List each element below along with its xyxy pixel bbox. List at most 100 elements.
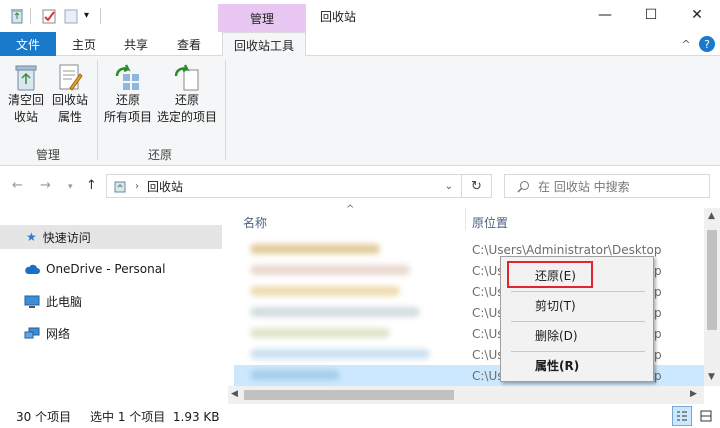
truncated-location-fragment: p: [654, 327, 662, 341]
ribbon-group-divider: [97, 60, 98, 160]
recycle-bin-icon: [10, 8, 24, 24]
group-restore-label: 还原: [148, 148, 173, 162]
large-icons-view-button[interactable]: [696, 406, 716, 426]
menu-item-cut[interactable]: 剪切(T): [535, 297, 576, 314]
row-original-location: C:\Us: [472, 369, 504, 383]
ribbon-tabs: 文件 主页 共享 查看 回收站工具 ^ ?: [0, 32, 720, 57]
up-arrow-icon[interactable]: ↑: [86, 178, 97, 193]
vertical-scrollbar[interactable]: ▲ ▼: [704, 208, 720, 386]
menu-item-delete[interactable]: 删除(D): [535, 327, 578, 344]
address-bar[interactable]: › 回收站 ⌄: [106, 174, 462, 198]
horizontal-scroll-thumb[interactable]: [244, 390, 454, 400]
column-header-location[interactable]: 原位置: [472, 214, 508, 231]
scroll-down-icon[interactable]: ▼: [708, 372, 715, 382]
status-item-count: 30 个项目: [16, 410, 72, 424]
truncated-location-fragment: p: [654, 264, 662, 278]
restore-selected-label: 还原 选定的项目: [156, 93, 217, 124]
column-header-name[interactable]: 名称: [243, 214, 267, 231]
search-box[interactable]: 在 回收站 中搜索: [504, 174, 710, 198]
recent-locations-icon[interactable]: ▾: [68, 182, 73, 192]
recycle-bin-small-icon: [113, 179, 127, 193]
tab-home[interactable]: 主页: [60, 32, 108, 56]
back-arrow-icon[interactable]: ←: [12, 178, 23, 193]
tab-file[interactable]: 文件: [0, 32, 56, 56]
breadcrumb-location[interactable]: 回收站: [147, 178, 183, 195]
context-menu: 还原(E) 剪切(T) 删除(D) 属性(R): [500, 256, 654, 382]
nav-onedrive-label: OneDrive - Personal: [46, 262, 166, 276]
large-icons-view-icon: [700, 410, 712, 422]
ribbon: 清空回 收站 回收站 属性 管理 还原 所有项目 还原 选定的项目 还原: [0, 56, 720, 166]
blurred-file-name: [250, 307, 420, 317]
blurred-file-name: [250, 349, 430, 359]
restore-all-button[interactable]: 还原 所有项目: [102, 62, 154, 126]
column-divider[interactable]: [465, 208, 466, 230]
details-view-button[interactable]: [672, 406, 692, 426]
empty-recycle-bin-button[interactable]: 清空回 收站: [4, 62, 48, 126]
window-title: 回收站: [320, 10, 357, 24]
computer-icon: [24, 295, 40, 308]
nav-network-label: 网络: [46, 326, 71, 341]
properties-icon: [56, 62, 84, 92]
help-icon[interactable]: ?: [699, 36, 715, 52]
star-icon: ★: [26, 230, 37, 244]
restore-selected-button[interactable]: 还原 选定的项目: [156, 62, 218, 126]
network-icon: [24, 327, 40, 340]
row-original-location: C:\Us: [472, 348, 504, 362]
customize-toolbar-icon[interactable]: ▾: [84, 10, 89, 21]
menu-divider: [511, 351, 645, 352]
address-dropdown-icon[interactable]: ⌄: [445, 181, 453, 192]
truncated-location-fragment: p: [654, 285, 662, 299]
truncated-location-fragment: p: [654, 306, 662, 320]
search-icon: [517, 180, 530, 193]
maximize-button[interactable]: ☐: [628, 0, 674, 30]
refresh-button[interactable]: ↻: [462, 174, 492, 198]
breadcrumb-chevron-icon[interactable]: ›: [135, 181, 139, 192]
toolbar-divider: [30, 8, 31, 24]
blurred-file-name: [250, 265, 410, 275]
sort-ascending-icon: ^: [346, 204, 355, 215]
nav-network[interactable]: 网络: [0, 321, 222, 345]
truncated-location-fragment: p: [654, 348, 662, 362]
row-original-location: C:\Us: [472, 306, 504, 320]
tab-share[interactable]: 共享: [112, 32, 160, 56]
nav-onedrive[interactable]: OneDrive - Personal: [0, 257, 222, 281]
nav-quick-access[interactable]: ★ 快速访问: [0, 225, 222, 249]
cloud-icon: [24, 264, 40, 275]
restore-all-icon: [113, 62, 143, 92]
restore-all-label: 还原 所有项目: [103, 93, 152, 124]
nav-this-pc[interactable]: 此电脑: [0, 289, 222, 313]
row-original-location: C:\Us: [472, 285, 504, 299]
row-original-location: C:\Us: [472, 264, 504, 278]
forward-arrow-icon[interactable]: →: [40, 178, 51, 193]
ribbon-group-divider: [225, 60, 226, 160]
recycle-bin-properties-button[interactable]: 回收站 属性: [48, 62, 92, 126]
menu-item-properties[interactable]: 属性(R): [535, 357, 579, 374]
status-selection: 选中 1 个项目 1.93 KB: [90, 410, 220, 424]
new-folder-icon[interactable]: [64, 8, 78, 24]
truncated-location-fragment: p: [654, 369, 662, 383]
tab-view[interactable]: 查看: [164, 32, 214, 56]
restore-selected-icon: [172, 62, 202, 92]
collapse-ribbon-icon[interactable]: ^: [676, 32, 696, 56]
row-original-location: C:\Users\Administrator\Desktop: [472, 243, 662, 257]
minimize-button[interactable]: —: [582, 0, 628, 30]
properties-check-icon[interactable]: [42, 8, 56, 24]
scroll-up-icon[interactable]: ▲: [708, 211, 715, 221]
refresh-icon: ↻: [471, 178, 482, 194]
tab-recycle-bin-tools[interactable]: 回收站工具: [222, 32, 306, 57]
horizontal-scrollbar[interactable]: ◀ ▶: [228, 386, 704, 404]
group-manage-label: 管理: [36, 148, 61, 162]
contextual-tab-manage[interactable]: 管理: [218, 4, 306, 32]
row-original-location: C:\Us: [472, 327, 504, 341]
scroll-right-icon[interactable]: ▶: [690, 389, 697, 399]
scroll-left-icon[interactable]: ◀: [231, 389, 238, 399]
menu-divider: [511, 321, 645, 322]
vertical-scroll-thumb[interactable]: [707, 230, 717, 330]
close-button[interactable]: ✕: [674, 0, 720, 30]
title-bar: ▾ 管理 回收站 — ☐ ✕: [0, 0, 720, 32]
menu-divider: [511, 291, 645, 292]
menu-item-restore[interactable]: 还原(E): [535, 267, 576, 284]
search-placeholder: 在 回收站 中搜索: [538, 179, 630, 194]
toolbar-divider: [100, 8, 101, 24]
blurred-file-name: [250, 328, 390, 338]
